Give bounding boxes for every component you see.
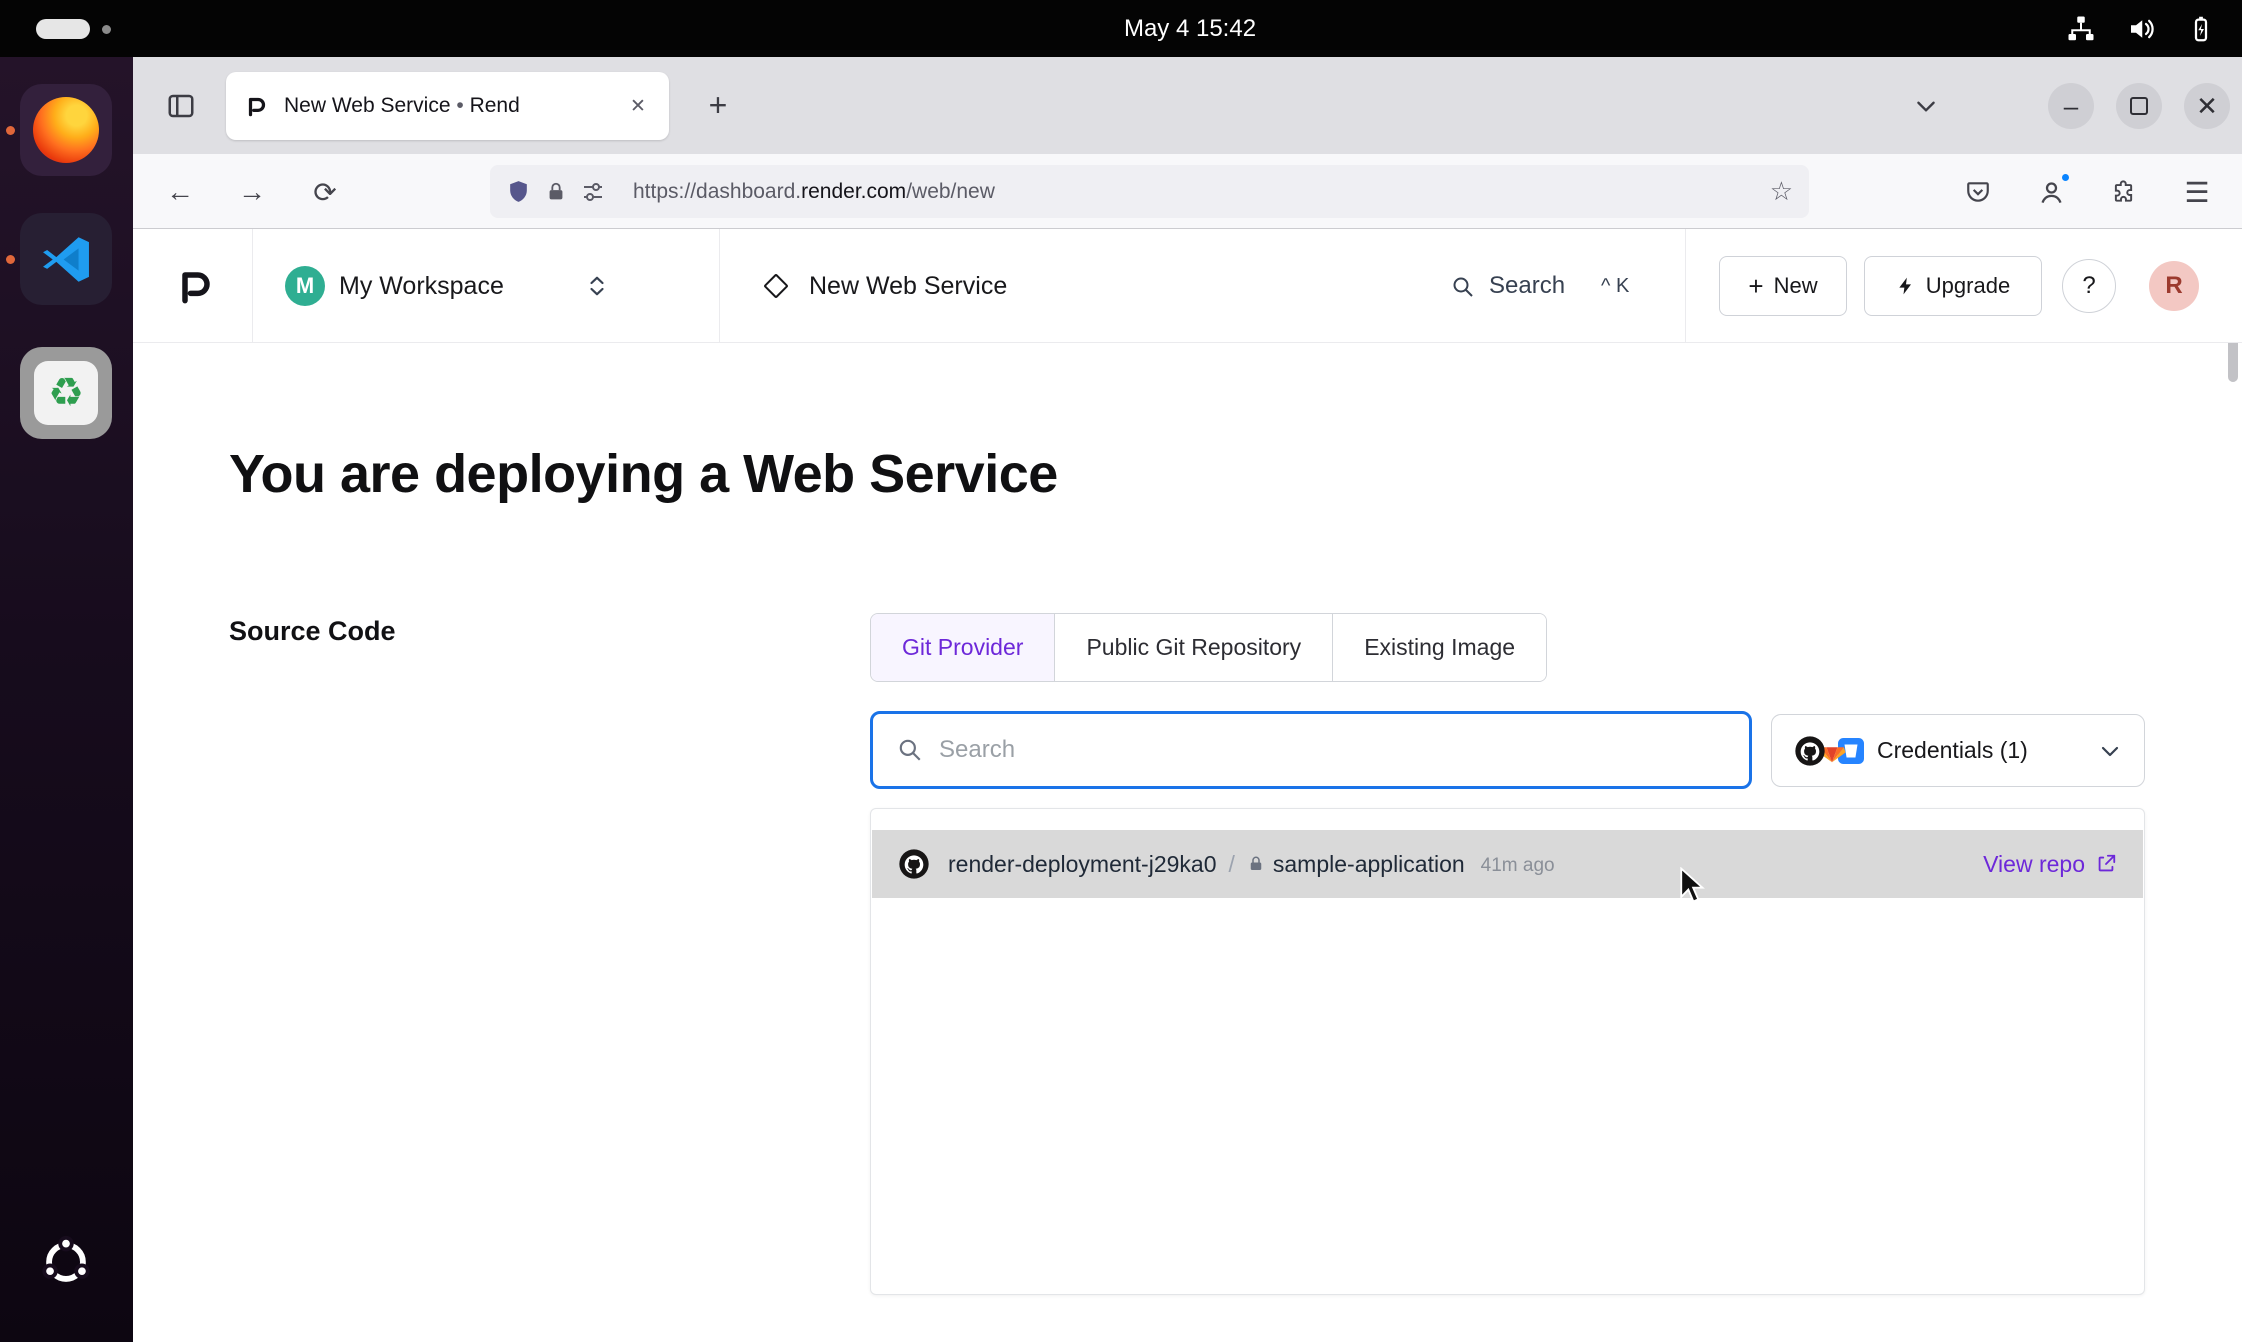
account-notification-dot bbox=[2060, 172, 2071, 183]
browser-toolbar: ← → ⟳ https://dashboard.render.com/web/n… bbox=[133, 154, 2242, 229]
workspace-switcher-icon[interactable] bbox=[585, 274, 609, 298]
deploy-heading: You are deploying a Web Service bbox=[229, 443, 1058, 505]
network-icon[interactable] bbox=[2066, 14, 2096, 44]
bookmark-star-icon[interactable]: ☆ bbox=[1770, 176, 1793, 207]
permissions-sliders-icon[interactable] bbox=[581, 180, 605, 204]
repo-list: render-deployment-j29ka0 / sample-applic… bbox=[870, 808, 2145, 1295]
tab-close-icon[interactable]: ✕ bbox=[621, 89, 655, 123]
tab-strip: New Web Service • Rend ✕ + – ✕ bbox=[133, 57, 2242, 154]
github-icon bbox=[1794, 735, 1826, 767]
dock: ♻ bbox=[0, 57, 133, 1342]
menu-hamburger-icon[interactable]: ☰ bbox=[2173, 168, 2221, 216]
workspace-name[interactable]: My Workspace bbox=[339, 229, 504, 343]
chevron-down-icon bbox=[2098, 739, 2122, 763]
tab-title: New Web Service • Rend bbox=[284, 94, 621, 118]
workspace-dot bbox=[102, 25, 111, 34]
page-title: New Web Service bbox=[809, 229, 1007, 343]
dock-item-firefox[interactable] bbox=[20, 84, 112, 176]
plus-icon: + bbox=[1748, 271, 1763, 302]
pocket-icon[interactable] bbox=[1954, 168, 2002, 216]
app-header: M My Workspace New Web Service Search ^ … bbox=[133, 229, 2242, 343]
firefox-running-dot bbox=[6, 126, 15, 135]
tab-public-git-repository[interactable]: Public Git Repository bbox=[1054, 614, 1332, 681]
system-top-bar: May 4 15:42 bbox=[0, 0, 2242, 57]
repo-search-input[interactable] bbox=[939, 736, 1725, 764]
tab-git-provider[interactable]: Git Provider bbox=[871, 614, 1054, 681]
mouse-cursor bbox=[1677, 867, 1711, 907]
dock-item-software-updater[interactable]: ♻ bbox=[20, 347, 112, 439]
source-tabs: Git Provider Public Git Repository Exist… bbox=[870, 613, 1547, 682]
firefox-icon bbox=[33, 97, 99, 163]
bolt-icon bbox=[1896, 276, 1916, 296]
page-content: M My Workspace New Web Service Search ^ … bbox=[133, 229, 2242, 1342]
battery-icon[interactable] bbox=[2186, 14, 2216, 44]
view-repo-link[interactable]: View repo bbox=[1983, 851, 2117, 878]
credentials-label: Credentials (1) bbox=[1877, 737, 2028, 764]
header-divider bbox=[719, 229, 720, 343]
ubuntu-logo-icon bbox=[37, 1233, 95, 1291]
system-clock[interactable]: May 4 15:42 bbox=[1020, 0, 1360, 57]
github-icon bbox=[898, 848, 930, 880]
new-button[interactable]: + New bbox=[1719, 256, 1847, 316]
render-logo[interactable] bbox=[174, 264, 218, 308]
help-button[interactable]: ? bbox=[2062, 259, 2116, 313]
tab-existing-image[interactable]: Existing Image bbox=[1332, 614, 1546, 681]
search-icon bbox=[897, 737, 923, 763]
extensions-puzzle-icon[interactable] bbox=[2100, 168, 2148, 216]
close-window-button[interactable]: ✕ bbox=[2184, 83, 2230, 129]
url-text: https://dashboard.render.com/web/new bbox=[633, 180, 1770, 204]
firefox-view-button[interactable] bbox=[152, 77, 210, 135]
minimize-button[interactable]: – bbox=[2048, 83, 2094, 129]
user-avatar[interactable]: R bbox=[2149, 261, 2199, 311]
external-link-icon bbox=[2095, 853, 2117, 875]
search-shortcut: ^ K bbox=[1601, 229, 1629, 343]
vscode-running-dot bbox=[6, 255, 15, 264]
activities-pill[interactable] bbox=[36, 19, 90, 39]
repo-name: sample-application bbox=[1273, 851, 1465, 878]
repo-age: 41m ago bbox=[1481, 855, 1555, 877]
new-tab-button[interactable]: + bbox=[695, 83, 741, 129]
repo-row[interactable]: render-deployment-j29ka0 / sample-applic… bbox=[872, 830, 2143, 898]
credential-provider-icons bbox=[1794, 735, 1855, 767]
ubuntu-launcher[interactable] bbox=[37, 1233, 95, 1291]
maximize-icon bbox=[2130, 97, 2148, 115]
repo-search-box[interactable] bbox=[870, 711, 1752, 789]
repo-owner: render-deployment-j29ka0 bbox=[948, 851, 1217, 878]
vscode-icon bbox=[37, 230, 95, 288]
search-icon[interactable] bbox=[1451, 275, 1475, 299]
dock-item-vscode[interactable] bbox=[20, 213, 112, 305]
source-code-label: Source Code bbox=[229, 616, 396, 647]
recycle-icon: ♻ bbox=[34, 361, 98, 425]
upgrade-button[interactable]: Upgrade bbox=[1864, 256, 2042, 316]
header-search-button[interactable]: Search bbox=[1489, 229, 1565, 343]
url-bar[interactable]: https://dashboard.render.com/web/new ☆ bbox=[490, 165, 1809, 218]
repo-separator: / bbox=[1229, 851, 1235, 878]
header-divider bbox=[1685, 229, 1686, 343]
back-icon[interactable]: ← bbox=[156, 168, 204, 216]
render-favicon bbox=[244, 93, 270, 119]
forward-icon[interactable]: → bbox=[228, 168, 276, 216]
header-divider bbox=[252, 229, 253, 343]
reload-icon[interactable]: ⟳ bbox=[301, 168, 349, 216]
list-tabs-chevron-icon[interactable] bbox=[1903, 83, 1949, 129]
lock-icon[interactable] bbox=[545, 181, 567, 203]
browser-window: New Web Service • Rend ✕ + – ✕ ← → ⟳ htt… bbox=[133, 57, 2242, 1342]
maximize-button[interactable] bbox=[2116, 83, 2162, 129]
volume-icon[interactable] bbox=[2126, 14, 2156, 44]
workspace-avatar[interactable]: M bbox=[285, 266, 325, 306]
shield-icon[interactable] bbox=[506, 179, 531, 204]
browser-tab[interactable]: New Web Service • Rend ✕ bbox=[226, 72, 669, 140]
account-icon[interactable] bbox=[2027, 168, 2075, 216]
credentials-dropdown[interactable]: Credentials (1) bbox=[1771, 714, 2145, 787]
private-lock-icon bbox=[1247, 855, 1265, 873]
service-diamond-icon bbox=[763, 273, 788, 298]
